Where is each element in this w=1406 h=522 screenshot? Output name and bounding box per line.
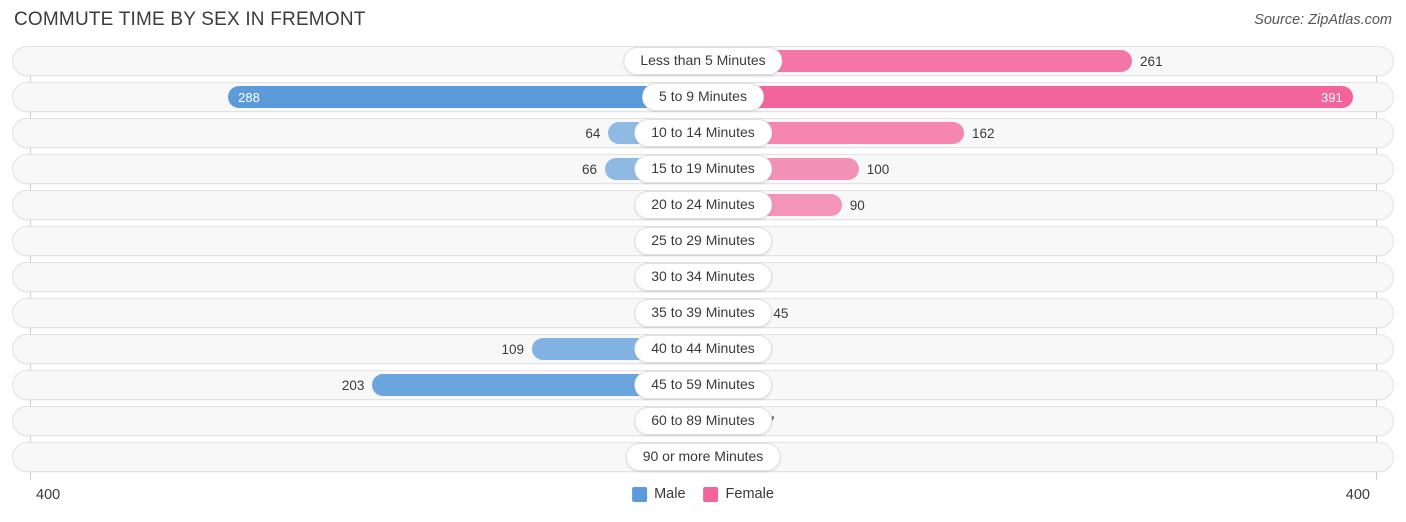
page-title: COMMUTE TIME BY SEX IN FREMONT bbox=[14, 9, 366, 30]
male-half: 2 bbox=[13, 227, 717, 255]
bar-row[interactable]: 66 100 15 to 19 Minutes bbox=[12, 154, 1394, 184]
male-value-label: 288 bbox=[238, 89, 260, 105]
female-half: 100 bbox=[689, 155, 1393, 183]
axis-label-right: 400 bbox=[1345, 487, 1370, 503]
female-value-label: 261 bbox=[1140, 53, 1163, 69]
bar-row[interactable]: 0 261 Less than 5 Minutes bbox=[12, 46, 1394, 76]
female-bar[interactable]: 391 bbox=[689, 86, 1353, 108]
category-label-pill: 45 to 59 Minutes bbox=[634, 371, 772, 399]
category-label-pill: 20 to 24 Minutes bbox=[634, 191, 772, 219]
female-value-label: 100 bbox=[866, 161, 890, 177]
category-label-pill: 25 to 29 Minutes bbox=[634, 227, 772, 255]
male-value-label: 66 bbox=[581, 161, 597, 177]
female-half: 0 bbox=[689, 443, 1393, 471]
female-value-label: 90 bbox=[849, 197, 865, 213]
female-half: 0 bbox=[689, 371, 1393, 399]
male-half: 0 bbox=[13, 443, 717, 471]
legend-item-male[interactable]: Male bbox=[632, 486, 686, 502]
female-value-label: 391 bbox=[1321, 89, 1343, 105]
male-half: 288 bbox=[13, 83, 717, 111]
male-half: 66 bbox=[13, 155, 717, 183]
chart-page: COMMUTE TIME BY SEX IN FREMONT Source: Z… bbox=[0, 0, 1406, 522]
female-half: 162 bbox=[689, 119, 1393, 147]
female-value-label: 45 bbox=[773, 305, 789, 321]
legend-label: Female bbox=[725, 486, 774, 502]
category-label-pill: 15 to 19 Minutes bbox=[634, 155, 772, 183]
female-half: 261 bbox=[689, 47, 1393, 75]
male-half: 0 bbox=[13, 47, 717, 75]
female-half: 13 bbox=[689, 227, 1393, 255]
male-half: 13 bbox=[13, 191, 717, 219]
bar-row[interactable]: 21325 to 29 Minutes bbox=[12, 226, 1394, 256]
category-label-pill: 60 to 89 Minutes bbox=[634, 407, 772, 435]
bar-row[interactable]: 288 391 5 to 9 Minutes bbox=[12, 82, 1394, 112]
bar-row-list: 0 261 Less than 5 Minutes 288 391 5 to 9 Minu… bbox=[12, 46, 1394, 478]
male-half: 109 bbox=[13, 335, 717, 363]
female-half: 45 bbox=[689, 299, 1393, 327]
male-half: 203 bbox=[13, 371, 717, 399]
bar-row[interactable]: 203 045 to 59 Minutes bbox=[12, 370, 1394, 400]
male-value-label: 203 bbox=[341, 377, 365, 393]
category-label-pill: Less than 5 Minutes bbox=[623, 47, 783, 75]
square-swatch-icon bbox=[703, 486, 719, 502]
female-half: 90 bbox=[689, 191, 1393, 219]
female-half: 0 bbox=[689, 335, 1393, 363]
female-half: 37 bbox=[689, 407, 1393, 435]
male-value-label: 109 bbox=[501, 341, 524, 357]
category-label-pill: 30 to 34 Minutes bbox=[634, 263, 772, 291]
square-swatch-icon bbox=[632, 486, 648, 502]
chart-plot-area: 0 261 Less than 5 Minutes 288 391 5 to 9 Minu… bbox=[0, 42, 1406, 480]
male-half: 12 bbox=[13, 407, 717, 435]
chart-footer: 400 Male Female 400 bbox=[0, 480, 1406, 522]
legend-item-female[interactable]: Female bbox=[703, 486, 774, 502]
source-attribution: Source: ZipAtlas.com bbox=[1254, 12, 1392, 28]
bar-row[interactable]: 64 162 10 to 14 Minutes bbox=[12, 118, 1394, 148]
male-half: 12 bbox=[13, 263, 717, 291]
female-value-label: 162 bbox=[971, 125, 995, 141]
axis-label-left: 400 bbox=[36, 487, 61, 503]
male-half: 15 bbox=[13, 299, 717, 327]
female-half: 0 bbox=[689, 263, 1393, 291]
bar-row[interactable]: 109 040 to 44 Minutes bbox=[12, 334, 1394, 364]
category-label-pill: 10 to 14 Minutes bbox=[634, 119, 772, 147]
category-label-pill: 5 to 9 Minutes bbox=[642, 83, 764, 111]
chart-header: COMMUTE TIME BY SEX IN FREMONT Source: Z… bbox=[0, 0, 1406, 42]
category-label-pill: 90 or more Minutes bbox=[625, 443, 781, 471]
category-label-pill: 35 to 39 Minutes bbox=[634, 299, 772, 327]
bar-row[interactable]: 0090 or more Minutes bbox=[12, 442, 1394, 472]
category-label-pill: 40 to 44 Minutes bbox=[634, 335, 772, 363]
bar-row[interactable]: 15 4535 to 39 Minutes bbox=[12, 298, 1394, 328]
bar-row[interactable]: 123760 to 89 Minutes bbox=[12, 406, 1394, 436]
bar-row[interactable]: 13 90 20 to 24 Minutes bbox=[12, 190, 1394, 220]
legend-label: Male bbox=[654, 486, 686, 502]
male-value-label: 64 bbox=[585, 125, 601, 141]
male-half: 64 bbox=[13, 119, 717, 147]
bar-row[interactable]: 12030 to 34 Minutes bbox=[12, 262, 1394, 292]
female-half: 391 bbox=[689, 83, 1393, 111]
chart-legend: Male Female bbox=[632, 486, 774, 502]
